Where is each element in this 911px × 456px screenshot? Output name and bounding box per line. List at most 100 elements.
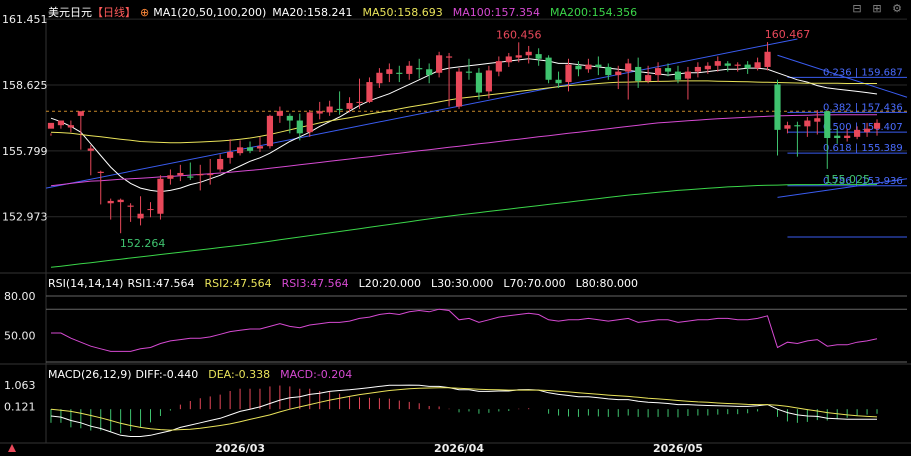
candle-body[interactable] xyxy=(67,125,74,128)
candle-body[interactable] xyxy=(416,68,423,70)
candle-body[interactable] xyxy=(585,64,592,70)
candle-body[interactable] xyxy=(256,146,264,149)
candle-body[interactable] xyxy=(436,55,443,73)
candle-body[interactable] xyxy=(824,111,831,139)
candle-body[interactable] xyxy=(555,79,562,84)
candle-body[interactable] xyxy=(834,135,841,139)
candle-body[interactable] xyxy=(336,108,343,111)
candle-body[interactable] xyxy=(794,125,801,127)
candle-body[interactable] xyxy=(804,120,811,127)
candle-body[interactable] xyxy=(734,64,741,66)
candle-body[interactable] xyxy=(485,70,492,92)
candle-body[interactable] xyxy=(227,151,234,158)
candle-body[interactable] xyxy=(266,115,274,147)
candle-body[interactable] xyxy=(814,118,821,122)
candle-body[interactable] xyxy=(863,128,871,133)
candle-body[interactable] xyxy=(455,71,463,107)
candle-body[interactable] xyxy=(465,71,473,73)
candle-body[interactable] xyxy=(207,174,214,176)
settings-icon[interactable]: ⚙ xyxy=(890,2,904,16)
expand-icon[interactable]: ⊞ xyxy=(870,2,884,16)
candle-body[interactable] xyxy=(525,51,532,56)
candle-body[interactable] xyxy=(316,111,323,114)
candle-body[interactable] xyxy=(505,56,512,63)
chart-canvas: 0.236 | 159.687 0.382 | 157.436 0.500 | 15… xyxy=(0,0,911,456)
candle-body[interactable] xyxy=(57,120,65,126)
candle-body[interactable] xyxy=(187,176,194,178)
candle-body[interactable] xyxy=(177,172,184,176)
candle-body[interactable] xyxy=(147,209,154,211)
candle-body[interactable] xyxy=(684,71,692,79)
candle-body[interactable] xyxy=(664,68,672,72)
candle-body[interactable] xyxy=(117,199,124,203)
candle-body[interactable] xyxy=(774,84,781,130)
candle-body[interactable] xyxy=(535,54,542,59)
candle-body[interactable] xyxy=(565,64,572,83)
candle-body[interactable] xyxy=(575,65,582,70)
candle-body[interactable] xyxy=(764,51,771,67)
candle-body[interactable] xyxy=(744,64,751,69)
rsi-y-tick: 80.00 xyxy=(4,290,36,303)
ma50-value: MA50:158.693 xyxy=(362,6,443,19)
candle-body[interactable] xyxy=(615,71,622,76)
candle-body[interactable] xyxy=(445,56,453,58)
candle-body[interactable] xyxy=(197,174,204,176)
candle-body[interactable] xyxy=(635,66,642,81)
candle-body[interactable] xyxy=(426,69,433,76)
ma100-value: MA100:157.354 xyxy=(452,6,540,19)
candle-body[interactable] xyxy=(296,120,303,134)
candle-body[interactable] xyxy=(396,72,403,74)
candle-body[interactable] xyxy=(97,171,104,173)
candle-body[interactable] xyxy=(47,122,55,129)
dea-value: DEA:-0.338 xyxy=(208,368,271,381)
candle-body[interactable] xyxy=(376,72,383,84)
l70-value: L70:70.000 xyxy=(503,277,566,290)
candle-body[interactable] xyxy=(495,61,502,72)
candle-body[interactable] xyxy=(595,64,602,67)
candle-body[interactable] xyxy=(157,178,164,214)
candle-body[interactable] xyxy=(326,106,333,113)
high-price-label: 160.456 xyxy=(496,28,542,41)
period-label[interactable]: 【日线】 xyxy=(92,6,136,19)
candle-body[interactable] xyxy=(674,71,682,80)
candle-body[interactable] xyxy=(475,72,483,93)
candle-body[interactable] xyxy=(784,125,791,129)
candle-body[interactable] xyxy=(406,65,413,74)
candle-body[interactable] xyxy=(286,115,293,121)
candle-body[interactable] xyxy=(167,175,174,179)
collapse-icon[interactable]: ⊟ xyxy=(850,2,864,16)
candle-body[interactable] xyxy=(754,62,761,69)
candle-body[interactable] xyxy=(704,65,711,70)
candle-body[interactable] xyxy=(127,205,134,207)
candle-body[interactable] xyxy=(306,112,313,133)
candle-body[interactable] xyxy=(625,63,632,72)
candle-body[interactable] xyxy=(694,66,701,72)
rsi-header: RSI(14,14,14) RSI1:47.564 RSI2:47.564 RSI3:… xyxy=(48,276,648,292)
candle-body[interactable] xyxy=(236,147,244,154)
settings-icon[interactable]: ⊕ xyxy=(140,6,149,19)
x-tick-label: 2026/03 xyxy=(215,442,265,455)
candle-body[interactable] xyxy=(346,103,353,109)
candle-body[interactable] xyxy=(107,200,114,204)
l20-value: L20:20.000 xyxy=(358,277,421,290)
candle-body[interactable] xyxy=(217,158,224,170)
candle-body[interactable] xyxy=(386,69,393,74)
candle-body[interactable] xyxy=(645,75,652,81)
candle-body[interactable] xyxy=(724,63,731,66)
candle-body[interactable] xyxy=(714,61,721,66)
candle-body[interactable] xyxy=(356,101,363,103)
candle-body[interactable] xyxy=(137,213,144,219)
candle-body[interactable] xyxy=(605,66,612,76)
candle-body[interactable] xyxy=(77,111,84,116)
candle-body[interactable] xyxy=(87,148,94,151)
candle-body[interactable] xyxy=(246,147,254,151)
candle-body[interactable] xyxy=(366,82,373,102)
candle-body[interactable] xyxy=(854,129,861,137)
candle-body[interactable] xyxy=(515,55,522,58)
candle-body[interactable] xyxy=(545,57,552,80)
candle-body[interactable] xyxy=(276,111,283,116)
candle-body[interactable] xyxy=(873,122,881,129)
candle-body[interactable] xyxy=(654,68,662,76)
candle-body[interactable] xyxy=(844,135,851,139)
fib-level-label: 0.618 | 155.389 xyxy=(823,143,903,154)
